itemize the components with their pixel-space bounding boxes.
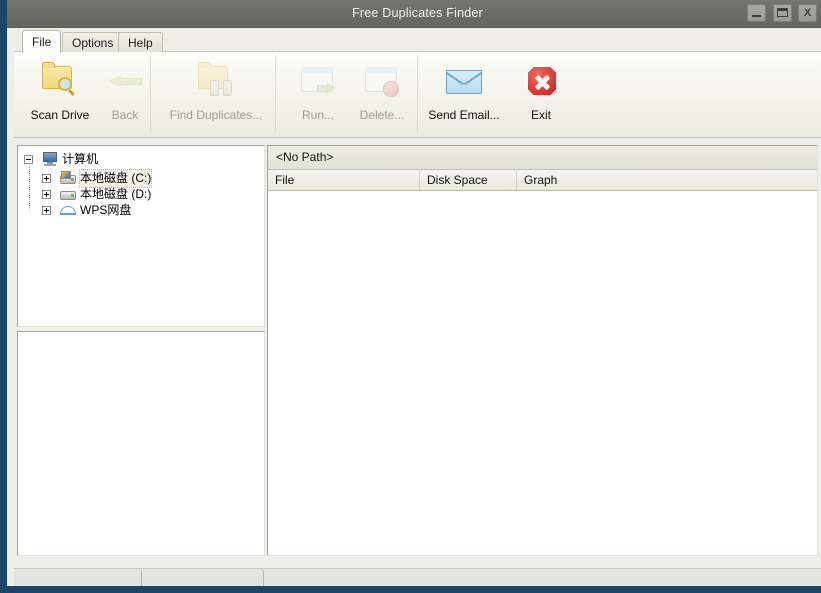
delete-label: Delete... <box>359 108 405 122</box>
back-button[interactable]: Back <box>102 56 148 134</box>
maximize-icon <box>777 8 788 17</box>
scan-drive-label: Scan Drive <box>30 108 90 122</box>
arrow-left-icon <box>104 60 146 102</box>
status-pane-3 <box>264 570 820 586</box>
ribbon-toolbar: Scan Drive Back Find Duplicates... Run..… <box>14 52 821 138</box>
send-email-button[interactable]: Send Email... <box>424 56 504 134</box>
run-button[interactable]: Run... <box>290 56 346 134</box>
tree-guideline <box>29 160 30 210</box>
scan-drive-button[interactable]: Scan Drive <box>20 56 100 134</box>
ribbon-tab-strip: File Options Help <box>14 28 821 53</box>
close-button[interactable]: X <box>798 4 817 22</box>
find-duplicates-label: Find Duplicates... <box>169 108 263 122</box>
ribbon-separator <box>275 55 276 133</box>
main-content: 计算机 本地磁盘 (C:) 本地磁盘 (D:) WPS网盘 <No Path> … <box>14 138 821 568</box>
status-pane-2 <box>142 570 264 586</box>
collapse-icon[interactable] <box>24 155 33 164</box>
title-bar[interactable]: Free Duplicates Finder X <box>7 0 821 28</box>
delete-button[interactable]: Delete... <box>350 56 414 134</box>
cloud-drive-icon <box>60 203 76 218</box>
window-title: Free Duplicates Finder <box>352 6 483 20</box>
status-pane-1 <box>14 570 142 586</box>
tab-file[interactable]: File <box>22 30 62 53</box>
exit-label: Exit <box>530 108 551 122</box>
current-path: <No Path> <box>276 150 334 164</box>
close-icon: X <box>803 7 812 19</box>
stop-x-icon <box>520 60 562 102</box>
drive-icon <box>60 187 76 202</box>
expand-icon[interactable] <box>42 206 51 215</box>
tree-item-label: 计算机 <box>62 152 99 166</box>
run-label: Run... <box>301 108 334 122</box>
back-label: Back <box>111 108 139 122</box>
minimize-button[interactable] <box>747 4 766 22</box>
file-list-body[interactable] <box>268 191 817 555</box>
tab-options[interactable]: Options <box>62 32 124 52</box>
file-list-panel: <No Path> File Disk Space Graph <box>267 145 818 556</box>
folder-search-icon <box>39 60 81 102</box>
tab-help[interactable]: Help <box>118 32 163 52</box>
ribbon-separator <box>417 55 418 133</box>
drive-tree-panel[interactable]: 计算机 本地磁盘 (C:) 本地磁盘 (D:) WPS网盘 <box>17 145 265 327</box>
expand-icon[interactable] <box>42 190 51 199</box>
column-header-row: File Disk Space Graph <box>268 170 817 191</box>
window-run-icon <box>297 60 339 102</box>
path-bar: <No Path> <box>268 146 817 170</box>
expand-icon[interactable] <box>42 174 51 183</box>
send-email-label: Send Email... <box>428 108 500 122</box>
exit-button[interactable]: Exit <box>511 56 571 134</box>
system-drive-icon <box>60 171 76 186</box>
status-bar <box>14 568 821 586</box>
minimize-icon <box>752 15 761 17</box>
application-window: Free Duplicates Finder X File Options He… <box>0 0 821 593</box>
find-duplicates-button[interactable]: Find Duplicates... <box>160 56 272 134</box>
window-delete-icon <box>361 60 403 102</box>
tree-item-label: 本地磁盘 (D:) <box>80 187 152 201</box>
column-header-graph[interactable]: Graph <box>517 170 819 190</box>
maximize-button[interactable] <box>773 4 792 22</box>
folder-binoculars-icon <box>195 60 237 102</box>
monitor-icon <box>42 152 58 167</box>
column-header-file[interactable]: File <box>268 170 420 190</box>
tree-item-label: WPS网盘 <box>80 203 132 217</box>
ribbon-separator <box>150 55 151 133</box>
tree-item-label: 本地磁盘 (C:) <box>78 169 153 188</box>
column-header-disk-space[interactable]: Disk Space <box>420 170 517 190</box>
details-panel[interactable] <box>17 331 265 556</box>
envelope-icon <box>443 60 485 102</box>
